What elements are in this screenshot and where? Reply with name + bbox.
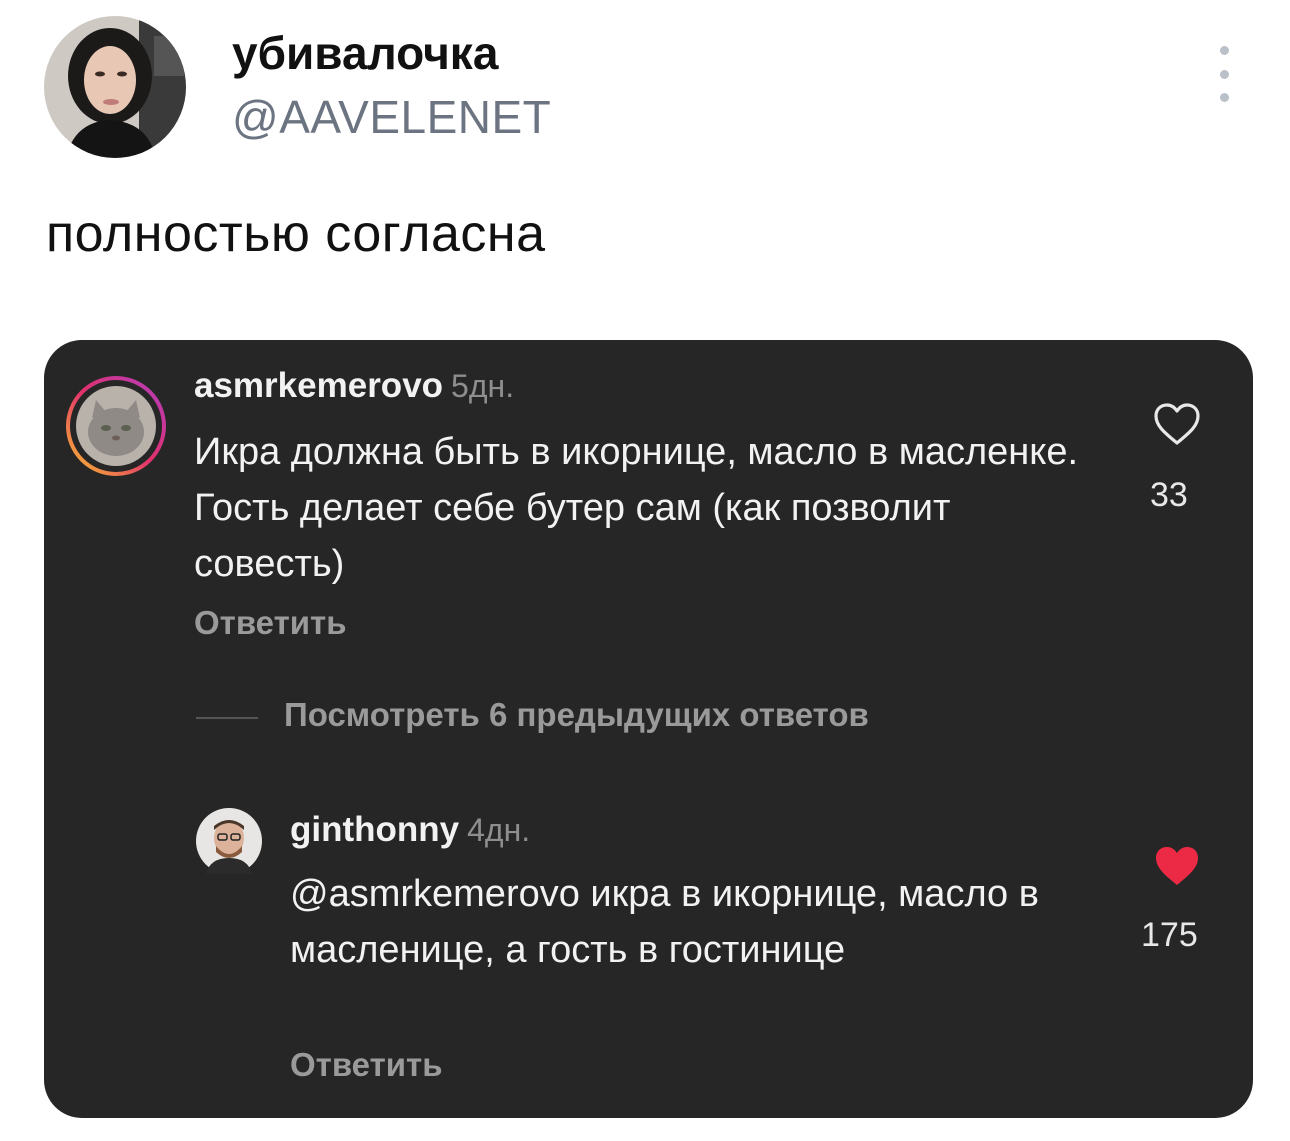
like-count: 33	[1150, 476, 1188, 514]
comment-header: ginthonny 4дн.	[290, 810, 530, 850]
comment-username[interactable]: asmrkemerovo	[194, 366, 443, 405]
more-vertical-icon[interactable]	[1210, 46, 1238, 102]
view-previous-replies-button[interactable]: Посмотреть 6 предыдущих ответов	[284, 696, 869, 734]
comment-avatar-asmrkemerovo[interactable]	[66, 376, 166, 476]
author-display-name[interactable]: убивалочка	[232, 26, 498, 80]
tweet-text: полностью согласна	[46, 205, 546, 263]
replies-divider	[196, 717, 258, 719]
heart-outline-icon[interactable]	[1153, 402, 1201, 446]
like-count: 175	[1141, 916, 1198, 954]
comment-username[interactable]: ginthonny	[290, 810, 459, 849]
author-handle[interactable]: @AAVELENET	[232, 90, 551, 144]
comment-header: asmrkemerovo 5дн.	[194, 366, 514, 406]
comment-time: 5дн.	[451, 368, 515, 404]
comment-text: @asmrkemerovo икра в икорнице, масло в м…	[290, 873, 1039, 971]
tweet-header: убивалочка @AAVELENET	[0, 0, 1290, 180]
comment-text: Икра должна быть в икорнице, масло в мас…	[194, 431, 1079, 585]
comment-time: 4дн.	[467, 812, 531, 848]
author-avatar[interactable]	[44, 16, 186, 158]
heart-filled-icon[interactable]	[1153, 844, 1201, 888]
reply-button[interactable]: Ответить	[194, 604, 347, 642]
embedded-comments-screenshot: asmrkemerovo 5дн. Икра должна быть в икор…	[44, 340, 1253, 1118]
comment-avatar-ginthonny[interactable]	[196, 808, 262, 874]
reply-button[interactable]: Ответить	[290, 1046, 443, 1084]
